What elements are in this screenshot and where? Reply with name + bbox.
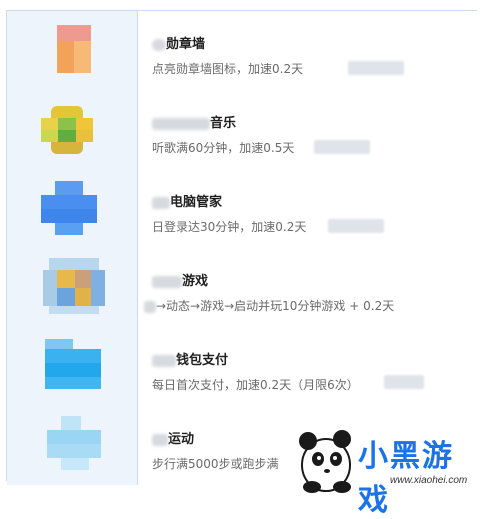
watermark-url: www.xiaohei.com bbox=[390, 475, 468, 486]
blurred-tag bbox=[314, 140, 370, 154]
icon-cell bbox=[7, 406, 138, 485]
icon-cell bbox=[7, 169, 138, 248]
task-title: 运动 bbox=[152, 428, 194, 447]
icon-cell bbox=[7, 11, 138, 90]
task-subtitle: 每日首次支付，加速0.2天（月限6次） bbox=[152, 378, 359, 392]
task-subtitle: →动态→游戏→启动并玩10分钟游戏 + 0.2天 bbox=[144, 297, 394, 314]
blurred-tag bbox=[384, 375, 424, 389]
acceleration-task-list: 勋章墙 点亮勋章墙图标，加速0.2天 音乐 听歌满60分钟，加速0.5天 电脑管… bbox=[6, 10, 477, 485]
list-item[interactable]: 游戏 →动态→游戏→启动并玩10分钟游戏 + 0.2天 bbox=[7, 248, 477, 328]
task-title: 钱包支付 bbox=[152, 349, 228, 368]
task-title: 电脑管家 bbox=[152, 191, 222, 210]
list-item[interactable]: 电脑管家 日登录达30分钟，加速0.2天 bbox=[7, 169, 477, 249]
list-item[interactable]: 音乐 听歌满60分钟，加速0.5天 bbox=[7, 90, 477, 170]
medal-icon bbox=[57, 25, 91, 73]
game-icon bbox=[43, 258, 105, 314]
task-subtitle: 日登录达30分钟，加速0.2天 bbox=[152, 220, 307, 234]
list-item[interactable]: 勋章墙 点亮勋章墙图标，加速0.2天 bbox=[7, 11, 477, 91]
icon-cell bbox=[7, 327, 138, 406]
icon-cell bbox=[7, 90, 138, 169]
task-title: 勋章墙 bbox=[152, 33, 205, 52]
panda-icon bbox=[299, 430, 351, 493]
task-title: 音乐 bbox=[152, 112, 236, 131]
blurred-tag bbox=[328, 219, 384, 233]
music-icon bbox=[41, 106, 93, 154]
list-item[interactable]: 钱包支付 每日首次支付，加速0.2天（月限6次） bbox=[7, 327, 477, 407]
sport-icon bbox=[47, 416, 101, 470]
blurred-tag bbox=[348, 61, 404, 75]
task-subtitle: 步行满5000步或跑步满 bbox=[152, 457, 279, 471]
task-title: 游戏 bbox=[152, 270, 208, 289]
task-subtitle: 点亮勋章墙图标，加速0.2天 bbox=[152, 62, 304, 76]
pc-manager-icon bbox=[41, 181, 97, 235]
wallet-icon bbox=[45, 339, 101, 389]
watermark-logo: 小黑游戏 www.xiaohei.com bbox=[292, 425, 482, 518]
icon-cell bbox=[7, 248, 138, 327]
task-subtitle: 听歌满60分钟，加速0.5天 bbox=[152, 141, 295, 155]
